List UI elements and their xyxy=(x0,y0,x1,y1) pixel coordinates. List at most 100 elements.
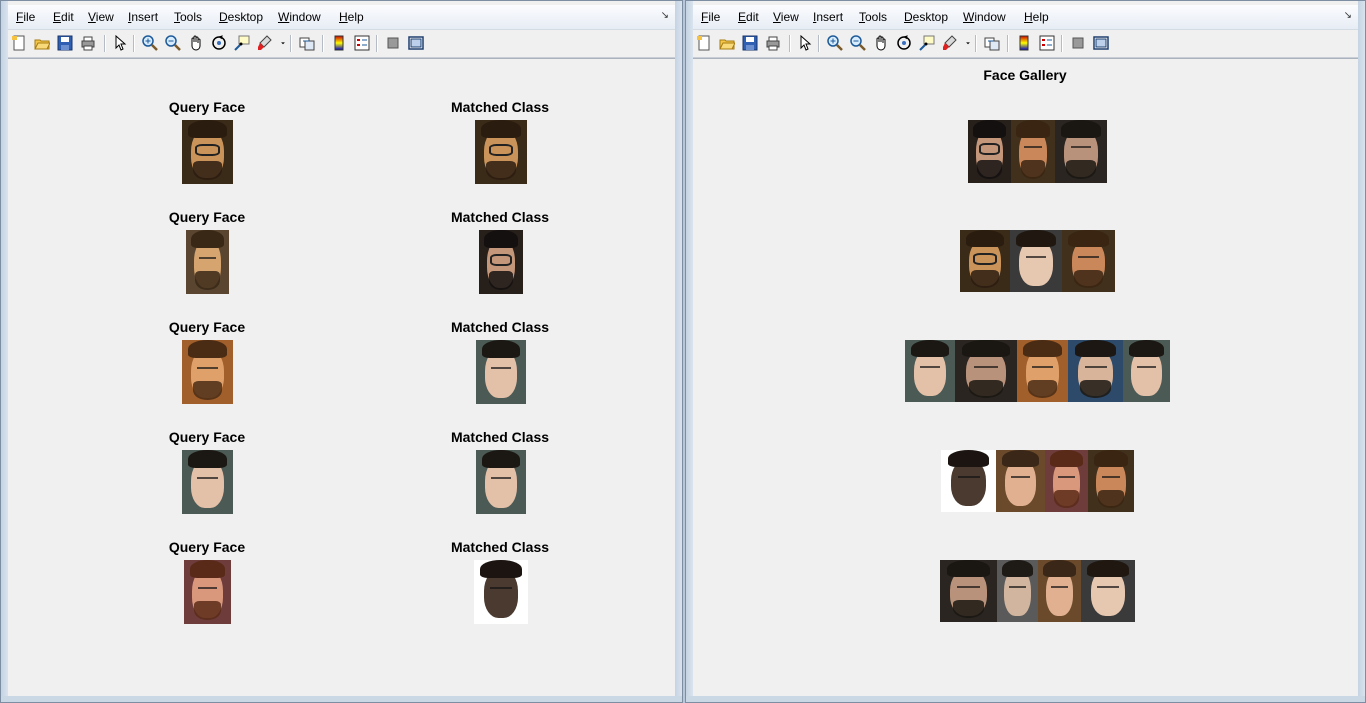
matched-class-image xyxy=(479,230,523,294)
toolbar-separator xyxy=(1007,35,1009,52)
insert-colorbar-icon[interactable] xyxy=(1015,34,1033,52)
menu-desktop[interactable]: Desktop xyxy=(219,10,263,24)
dock-figure-icon[interactable]: ↘ xyxy=(661,10,669,21)
window-border xyxy=(1,696,682,702)
brush-dropdown-icon[interactable] xyxy=(963,34,973,52)
window-border xyxy=(675,1,682,702)
menu-file[interactable]: File xyxy=(16,10,35,24)
toolbar-separator xyxy=(322,35,324,52)
zoom-in-icon[interactable] xyxy=(141,34,159,52)
brush-dropdown-icon[interactable] xyxy=(278,34,288,52)
hide-plot-tools-icon[interactable] xyxy=(384,34,402,52)
zoom-out-icon[interactable] xyxy=(849,34,867,52)
gallery-face-image xyxy=(997,560,1038,622)
zoom-out-icon[interactable] xyxy=(164,34,182,52)
gallery-face-image xyxy=(960,230,1010,292)
pan-hand-icon[interactable] xyxy=(187,34,205,52)
query-face-image xyxy=(186,230,229,294)
matched-class-image xyxy=(476,450,526,514)
gallery-face-image xyxy=(941,450,996,512)
data-cursor-icon[interactable] xyxy=(918,34,936,52)
show-plot-tools-icon[interactable] xyxy=(1092,34,1110,52)
gallery-face-image xyxy=(1068,340,1123,402)
figure-canvas: Face Gallery xyxy=(693,58,1358,695)
matched-class-image xyxy=(475,120,527,184)
insert-colorbar-icon[interactable] xyxy=(330,34,348,52)
open-file-icon[interactable] xyxy=(718,34,736,52)
gallery-face-image xyxy=(996,450,1045,512)
window-border xyxy=(686,696,1365,702)
edit-plot-arrow-icon[interactable] xyxy=(111,34,129,52)
link-plot-icon[interactable] xyxy=(298,34,316,52)
show-plot-tools-icon[interactable] xyxy=(407,34,425,52)
toolbar-separator xyxy=(818,35,820,52)
menu-file[interactable]: File xyxy=(701,10,720,24)
query-face-image xyxy=(182,120,233,184)
toolbar-separator xyxy=(1061,35,1063,52)
menu-view[interactable]: View xyxy=(773,10,799,24)
new-figure-icon[interactable] xyxy=(695,34,713,52)
gallery-face-image xyxy=(1088,450,1134,512)
matched-class-image xyxy=(474,560,528,624)
menu-desktop[interactable]: Desktop xyxy=(904,10,948,24)
menu-window[interactable]: Window xyxy=(278,10,321,24)
gallery-face-image xyxy=(1038,560,1081,622)
print-icon[interactable] xyxy=(79,34,97,52)
query-face-title: Query Face xyxy=(168,99,246,115)
figure-window-left: File Edit View Insert Tools Desktop Window Help… xyxy=(0,0,683,703)
edit-plot-arrow-icon[interactable] xyxy=(796,34,814,52)
figure-window-right: File Edit View Insert Tools Desktop Window Help… xyxy=(685,0,1366,703)
gallery-face-image xyxy=(1010,230,1062,292)
menu-help[interactable]: Help xyxy=(339,10,364,24)
new-figure-icon[interactable] xyxy=(10,34,28,52)
open-file-icon[interactable] xyxy=(33,34,51,52)
query-face-image xyxy=(182,340,233,404)
dock-figure-icon[interactable]: ↘ xyxy=(1344,10,1352,21)
data-cursor-icon[interactable] xyxy=(233,34,251,52)
menu-view[interactable]: View xyxy=(88,10,114,24)
window-border xyxy=(1358,1,1365,702)
menu-bar: File Edit View Insert Tools Desktop Window Help… xyxy=(8,5,675,30)
matched-class-title: Matched Class xyxy=(450,539,550,555)
matched-class-title: Matched Class xyxy=(450,319,550,335)
gallery-face-image xyxy=(968,120,1011,183)
print-icon[interactable] xyxy=(764,34,782,52)
rotate-3d-icon[interactable] xyxy=(210,34,228,52)
rotate-3d-icon[interactable] xyxy=(895,34,913,52)
insert-legend-icon[interactable] xyxy=(1038,34,1056,52)
window-border xyxy=(1,1,8,702)
insert-legend-icon[interactable] xyxy=(353,34,371,52)
gallery-face-image xyxy=(955,340,1017,402)
gallery-face-image xyxy=(1055,120,1107,183)
toolbar-separator xyxy=(290,35,292,52)
figure-toolbar xyxy=(693,30,1358,58)
brush-icon[interactable] xyxy=(256,34,274,52)
link-plot-icon[interactable] xyxy=(983,34,1001,52)
save-icon[interactable] xyxy=(56,34,74,52)
menu-edit[interactable]: Edit xyxy=(738,10,759,24)
menu-window[interactable]: Window xyxy=(963,10,1006,24)
menu-insert[interactable]: Insert xyxy=(813,10,843,24)
menu-help[interactable]: Help xyxy=(1024,10,1049,24)
hide-plot-tools-icon[interactable] xyxy=(1069,34,1087,52)
menu-tools[interactable]: Tools xyxy=(174,10,202,24)
menu-edit[interactable]: Edit xyxy=(53,10,74,24)
toolbar-separator xyxy=(789,35,791,52)
pan-hand-icon[interactable] xyxy=(872,34,890,52)
gallery-face-image xyxy=(1017,340,1068,402)
query-face-image xyxy=(184,560,231,624)
matched-class-title: Matched Class xyxy=(450,99,550,115)
query-face-title: Query Face xyxy=(168,429,246,445)
brush-icon[interactable] xyxy=(941,34,959,52)
menu-insert[interactable]: Insert xyxy=(128,10,158,24)
save-icon[interactable] xyxy=(741,34,759,52)
gallery-face-image xyxy=(1062,230,1115,292)
toolbar-separator xyxy=(133,35,135,52)
face-gallery-title: Face Gallery xyxy=(983,67,1067,83)
zoom-in-icon[interactable] xyxy=(826,34,844,52)
query-face-title: Query Face xyxy=(168,209,246,225)
menu-bar: File Edit View Insert Tools Desktop Window Help… xyxy=(693,5,1358,30)
toolbar-separator xyxy=(104,35,106,52)
menu-tools[interactable]: Tools xyxy=(859,10,887,24)
gallery-face-image xyxy=(1011,120,1055,183)
